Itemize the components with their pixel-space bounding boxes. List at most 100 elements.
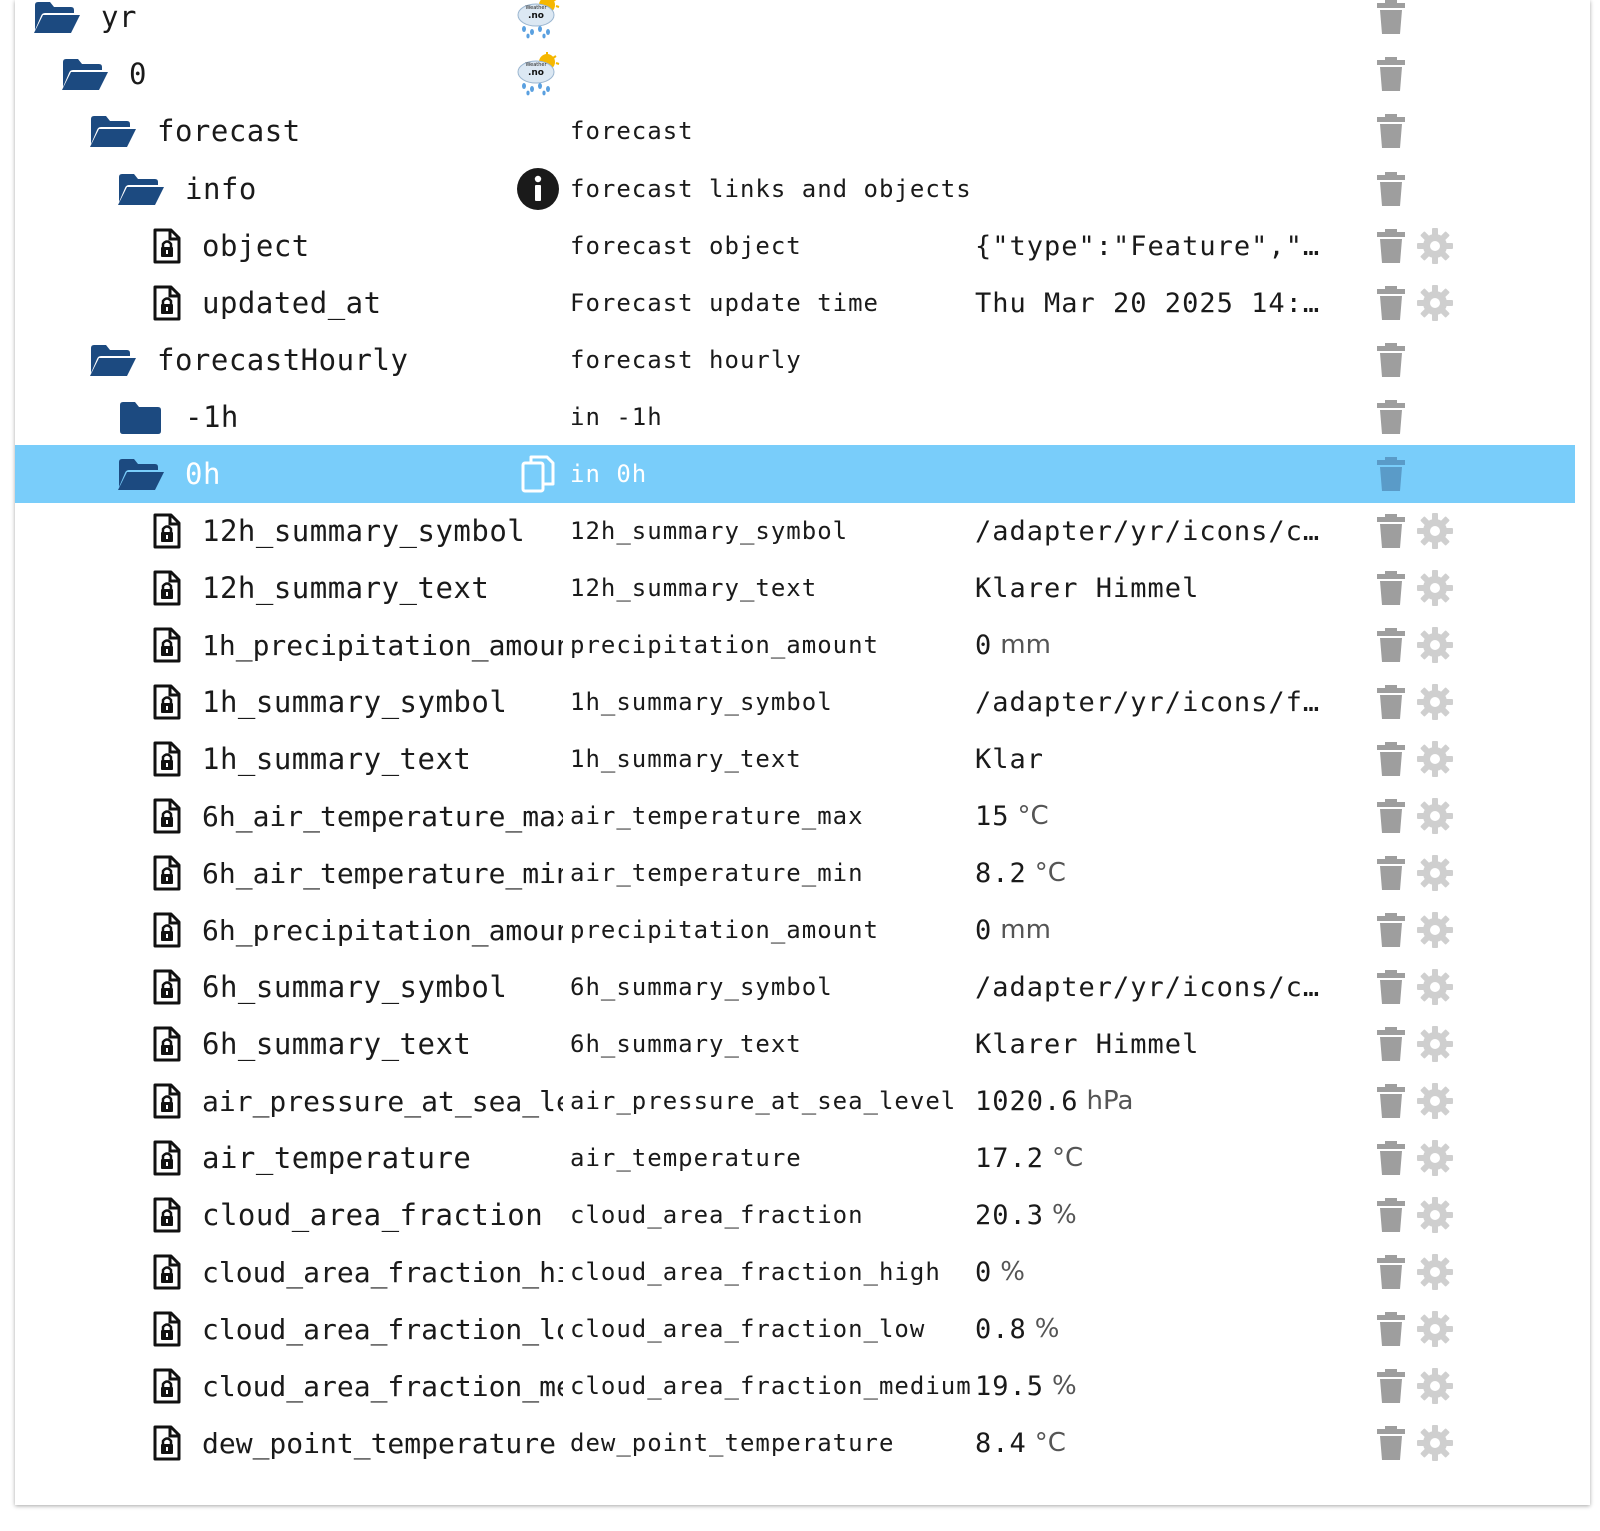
tree-row-value-cell[interactable]: 8.2 °C (975, 844, 1330, 902)
delete-trash-icon[interactable] (1377, 457, 1405, 491)
folder-open-icon[interactable] (89, 113, 137, 149)
delete-trash-icon[interactable] (1377, 1312, 1405, 1346)
state-value[interactable]: /adapter/yr/icons/c… (975, 972, 1320, 1003)
settings-gear-icon[interactable] (1417, 1026, 1453, 1062)
settings-gear-icon[interactable] (1417, 741, 1453, 777)
delete-trash-icon[interactable] (1377, 172, 1405, 206)
state-value[interactable]: Klarer Himmel (975, 573, 1199, 604)
settings-gear-icon[interactable] (1417, 228, 1453, 264)
state-value[interactable]: /adapter/yr/icons/f… (975, 687, 1320, 718)
tree-row-label[interactable]: 1h_precipitation_amount (202, 629, 563, 662)
tree-row-value-cell[interactable]: Klarer Himmel (975, 559, 1330, 617)
delete-trash-icon[interactable] (1377, 0, 1405, 34)
settings-gear-icon[interactable] (1417, 1083, 1453, 1119)
delete-trash-icon[interactable] (1377, 685, 1405, 719)
tree-row-air-pressure-at-sea-level[interactable]: air_pressure_at_sea_levelair_pressure_at… (15, 1072, 1575, 1130)
tree-row-label[interactable]: -1h (185, 400, 239, 434)
tree-row-value-cell[interactable]: Thu Mar 20 2025 14:… (975, 274, 1330, 332)
settings-gear-icon[interactable] (1417, 285, 1453, 321)
folder-closed-icon[interactable] (117, 399, 165, 435)
delete-trash-icon[interactable] (1377, 571, 1405, 605)
delete-trash-icon[interactable] (1377, 1369, 1405, 1403)
tree-row-cloud-area-fraction[interactable]: cloud_area_fraction cloud_area_fraction 20… (15, 1186, 1575, 1244)
tree-row-label[interactable]: cloud_area_fraction_low (202, 1313, 563, 1346)
tree-row-label[interactable]: 12h_summary_symbol (202, 514, 525, 548)
tree-row-object[interactable]: object forecast object {"type":"Feature","… (15, 217, 1575, 275)
folder-open-icon[interactable] (61, 56, 109, 92)
tree-row-label[interactable]: air_temperature (202, 1141, 471, 1175)
tree-row-label[interactable]: 6h_summary_symbol (202, 970, 507, 1004)
tree-row-air-temperature[interactable]: air_temperature air_temperature 17.2 °C (15, 1129, 1575, 1187)
folder-open-icon[interactable] (33, 0, 81, 35)
tree-row-label[interactable]: air_pressure_at_sea_level (202, 1085, 563, 1118)
state-value[interactable]: 15 (975, 801, 1010, 832)
delete-trash-icon[interactable] (1377, 856, 1405, 890)
tree-row-value-cell[interactable]: 15 °C (975, 787, 1330, 845)
copy-icon[interactable] (515, 445, 560, 503)
tree-row-1h-summary-symbol[interactable]: 1h_summary_symbol 1h_summary_symbol/adapt… (15, 673, 1575, 731)
tree-row-label[interactable]: forecastHourly (157, 343, 408, 377)
tree-row-value-cell[interactable]: 0 mm (975, 901, 1330, 959)
delete-trash-icon[interactable] (1377, 343, 1405, 377)
tree-row-label[interactable]: forecast (157, 114, 301, 148)
delete-trash-icon[interactable] (1377, 1426, 1405, 1460)
tree-row-value-cell[interactable]: 19.5% (975, 1357, 1330, 1415)
tree-row-label[interactable]: info (185, 172, 257, 206)
object-tree[interactable]: yr Weather .no 0 Weather .no forecast forecast i… (15, 0, 1590, 1505)
delete-trash-icon[interactable] (1377, 286, 1405, 320)
state-value[interactable]: Klar (975, 744, 1044, 775)
tree-row-0h[interactable]: 0h in 0h (15, 445, 1575, 503)
delete-trash-icon[interactable] (1377, 970, 1405, 1004)
tree-row-value-cell[interactable]: /adapter/yr/icons/f… (975, 673, 1330, 731)
tree-row-updated-at[interactable]: updated_at Forecast update time Thu Mar 20… (15, 274, 1575, 332)
tree-row-6h-summary-symbol[interactable]: 6h_summary_symbol 6h_summary_symbol/adapt… (15, 958, 1575, 1016)
delete-trash-icon[interactable] (1377, 1027, 1405, 1061)
delete-trash-icon[interactable] (1377, 400, 1405, 434)
state-value[interactable]: 0 (975, 915, 992, 946)
tree-row-label[interactable]: cloud_area_fraction_high (202, 1256, 563, 1289)
delete-trash-icon[interactable] (1377, 799, 1405, 833)
state-value[interactable]: {"type":"Feature","… (975, 231, 1320, 262)
tree-row-value-cell[interactable]: 0.8% (975, 1300, 1330, 1358)
tree-row-value-cell[interactable]: 0 mm (975, 616, 1330, 674)
tree-row-6h-air-temperature-min[interactable]: 6h_air_temperature_min air_temperature_mi… (15, 844, 1575, 902)
tree-row-value-cell[interactable]: 17.2 °C (975, 1129, 1330, 1187)
settings-gear-icon[interactable] (1417, 570, 1453, 606)
tree-row-value-cell[interactable]: Klar (975, 730, 1330, 788)
tree-row-label[interactable]: yr (101, 0, 137, 34)
tree-row-label[interactable]: 0 (129, 57, 147, 91)
delete-trash-icon[interactable] (1377, 57, 1405, 91)
delete-trash-icon[interactable] (1377, 1255, 1405, 1289)
state-value[interactable]: 0 (975, 630, 992, 661)
tree-row-label[interactable]: 6h_precipitation_amount (202, 914, 563, 947)
settings-gear-icon[interactable] (1417, 684, 1453, 720)
tree-row-cloud-area-fraction-low[interactable]: cloud_area_fraction_low cloud_area_fracti… (15, 1300, 1575, 1358)
settings-gear-icon[interactable] (1417, 1140, 1453, 1176)
state-value[interactable]: Klarer Himmel (975, 1029, 1199, 1060)
delete-trash-icon[interactable] (1377, 514, 1405, 548)
delete-trash-icon[interactable] (1377, 1141, 1405, 1175)
tree-row-cloud-area-fraction-high[interactable]: cloud_area_fraction_highcloud_area_fract… (15, 1243, 1575, 1301)
settings-gear-icon[interactable] (1417, 627, 1453, 663)
folder-open-icon[interactable] (117, 171, 165, 207)
tree-row-dew-point-temperature[interactable]: dew_point_temperature dew_point_temperatu… (15, 1414, 1575, 1472)
tree-row-forecast[interactable]: forecast forecast (15, 102, 1575, 160)
tree-row-value-cell[interactable]: 8.4 °C (975, 1414, 1330, 1472)
settings-gear-icon[interactable] (1417, 1368, 1453, 1404)
tree-row-cloud-area-fraction-medium[interactable]: cloud_area_fraction_mediumcloud_area_fra… (15, 1357, 1575, 1415)
tree-row-label[interactable]: object (202, 229, 310, 263)
tree-row-label[interactable]: 6h_air_temperature_min (202, 857, 563, 890)
tree-row-label[interactable]: 6h_summary_text (202, 1027, 471, 1061)
tree-row-6h-air-temperature-max[interactable]: 6h_air_temperature_max air_temperature_ma… (15, 787, 1575, 845)
tree-row-1h-precipitation-amount[interactable]: 1h_precipitation_amount precipitation_amo… (15, 616, 1575, 674)
state-value[interactable]: 0 (975, 1257, 992, 1288)
tree-row-value-cell[interactable]: 0% (975, 1243, 1330, 1301)
state-value[interactable]: /adapter/yr/icons/c… (975, 516, 1320, 547)
tree-row-0[interactable]: 0 Weather .no (15, 45, 1575, 103)
settings-gear-icon[interactable] (1417, 969, 1453, 1005)
tree-row-label[interactable]: 6h_air_temperature_max (202, 800, 563, 833)
tree-row-yr[interactable]: yr Weather .no (15, 0, 1575, 46)
delete-trash-icon[interactable] (1377, 742, 1405, 776)
delete-trash-icon[interactable] (1377, 229, 1405, 263)
tree-row-value-cell[interactable]: /adapter/yr/icons/c… (975, 958, 1330, 1016)
